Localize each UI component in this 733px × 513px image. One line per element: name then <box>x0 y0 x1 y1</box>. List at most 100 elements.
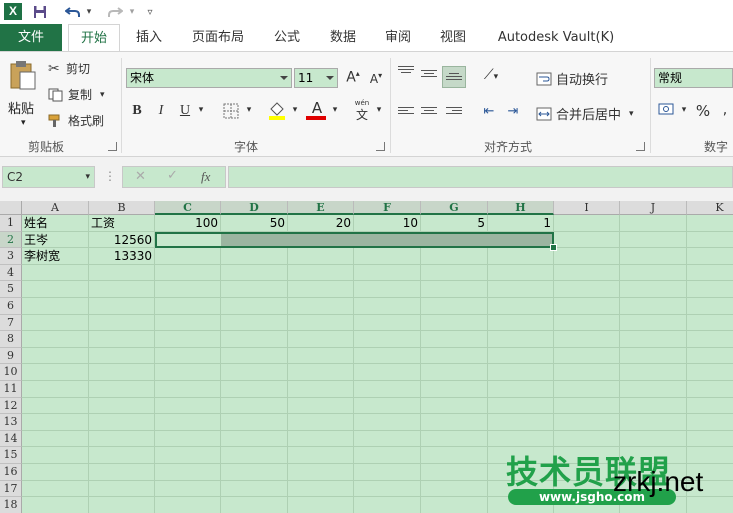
tab-review[interactable]: 审阅 <box>377 24 419 51</box>
font-color-dropdown-icon[interactable]: ▾ <box>330 105 340 115</box>
column-header[interactable]: E <box>288 201 354 215</box>
cell-d1[interactable]: 50 <box>223 215 287 231</box>
paste-button[interactable]: 粘贴 ▾ <box>6 58 42 132</box>
customize-qa-icon[interactable]: ▿ <box>143 2 157 22</box>
redo-dropdown-icon[interactable]: ▾ <box>127 2 137 22</box>
column-header[interactable]: C <box>155 201 221 215</box>
cell-e1[interactable]: 20 <box>290 215 353 231</box>
redo-icon[interactable] <box>104 2 126 22</box>
cell-c1[interactable]: 100 <box>157 215 220 231</box>
tab-view[interactable]: 视图 <box>432 24 474 51</box>
increase-indent-icon[interactable]: ⇥ <box>503 104 523 119</box>
formula-input[interactable] <box>228 166 733 188</box>
cell-f1[interactable]: 10 <box>356 215 420 231</box>
row-header[interactable]: 17 <box>0 480 22 498</box>
undo-icon[interactable] <box>62 2 84 22</box>
column-header[interactable]: H <box>488 201 554 215</box>
row-header[interactable]: 14 <box>0 430 22 448</box>
align-center-icon[interactable] <box>421 107 437 119</box>
row-header[interactable]: 5 <box>0 281 22 298</box>
row-header[interactable]: 1 <box>0 215 22 232</box>
tab-autodesk-vault[interactable]: Autodesk Vault(K) <box>490 24 622 51</box>
shrink-font-button[interactable]: A▾ <box>367 71 385 86</box>
cancel-icon[interactable]: ✕ <box>135 169 146 184</box>
font-name-combo[interactable]: 宋体 <box>126 68 292 88</box>
copy-button[interactable]: 复制 ▾ <box>48 86 105 103</box>
comma-style-button[interactable]: , <box>718 102 732 118</box>
cell-b3[interactable]: 13330 <box>91 248 154 264</box>
align-right-icon[interactable] <box>446 107 462 119</box>
italic-button[interactable]: I <box>153 103 169 119</box>
percent-button[interactable]: % <box>694 102 712 120</box>
phonetic-button[interactable]: wén 文 <box>350 99 374 122</box>
number-format-combo[interactable]: 常规 <box>654 68 733 88</box>
tab-home[interactable]: 开始 <box>68 24 120 52</box>
insert-function-icon[interactable]: fx <box>201 169 210 185</box>
row-header[interactable]: 11 <box>0 381 22 398</box>
row-header[interactable]: 8 <box>0 331 22 348</box>
cell-b1[interactable]: 工资 <box>91 215 154 231</box>
align-middle-icon[interactable] <box>421 70 437 82</box>
align-bottom-button[interactable] <box>442 66 466 88</box>
tab-file[interactable]: 文件 <box>0 24 62 51</box>
clipboard-launcher-icon[interactable] <box>108 142 117 151</box>
name-box[interactable]: C2 ▾ <box>2 166 95 188</box>
row-header[interactable]: 3 <box>0 248 22 265</box>
font-launcher-icon[interactable] <box>376 142 385 151</box>
column-header[interactable]: B <box>89 201 155 215</box>
fill-color-button[interactable] <box>266 100 288 124</box>
row-header[interactable]: 9 <box>0 347 22 365</box>
cell-a2[interactable]: 王岑 <box>24 232 88 248</box>
underline-button[interactable]: U <box>177 103 193 119</box>
font-color-button[interactable]: A <box>306 100 328 120</box>
active-cell[interactable] <box>157 233 221 247</box>
row-header[interactable]: 13 <box>0 414 22 431</box>
cell-b2[interactable]: 12560 <box>91 232 154 248</box>
tab-page-layout[interactable]: 页面布局 <box>183 24 253 51</box>
column-header[interactable]: J <box>620 201 687 215</box>
currency-button[interactable] <box>656 103 680 121</box>
alignment-launcher-icon[interactable] <box>636 142 645 151</box>
save-icon[interactable] <box>30 2 50 22</box>
select-all-corner[interactable] <box>0 201 22 215</box>
tab-formulas[interactable]: 公式 <box>266 24 308 51</box>
row-header[interactable]: 4 <box>0 264 22 282</box>
row-header[interactable]: 7 <box>0 314 22 332</box>
row-header[interactable]: 6 <box>0 298 22 315</box>
fill-handle[interactable] <box>550 244 557 252</box>
decrease-indent-icon[interactable]: ⇤ <box>479 104 499 119</box>
borders-button[interactable] <box>222 103 240 123</box>
column-header[interactable]: K <box>687 201 733 215</box>
row-header[interactable]: 15 <box>0 447 22 464</box>
borders-dropdown-icon[interactable]: ▾ <box>244 105 254 115</box>
cell-h1[interactable]: 1 <box>490 215 553 231</box>
undo-dropdown-icon[interactable]: ▾ <box>84 2 94 22</box>
currency-dropdown-icon[interactable]: ▾ <box>679 105 689 115</box>
format-painter-button[interactable]: 格式刷 <box>48 112 104 129</box>
row-header[interactable]: 12 <box>0 397 22 415</box>
column-header[interactable]: F <box>354 201 421 215</box>
grow-font-button[interactable]: A▴ <box>344 69 362 86</box>
cell-a1[interactable]: 姓名 <box>24 215 88 231</box>
align-left-icon[interactable] <box>398 107 414 119</box>
tab-data[interactable]: 数据 <box>322 24 364 51</box>
column-header[interactable]: A <box>22 201 89 215</box>
bold-button[interactable]: B <box>129 103 145 119</box>
phonetic-dropdown-icon[interactable]: ▾ <box>374 105 384 115</box>
enter-icon[interactable]: ✓ <box>167 168 178 183</box>
row-header[interactable]: 18 <box>0 497 22 513</box>
cell-g1[interactable]: 5 <box>423 215 487 231</box>
column-header[interactable]: I <box>554 201 620 215</box>
font-size-combo[interactable]: 11 <box>294 68 338 88</box>
underline-dropdown-icon[interactable]: ▾ <box>196 105 206 115</box>
column-header[interactable]: D <box>221 201 288 215</box>
row-header[interactable]: 2 <box>0 231 22 249</box>
merge-center-button[interactable]: 合并后居中 ▾ <box>536 104 634 123</box>
orientation-button[interactable]: ⟋▾ <box>478 67 504 83</box>
row-header[interactable]: 10 <box>0 364 22 381</box>
column-header[interactable]: G <box>421 201 488 215</box>
row-header[interactable]: 16 <box>0 464 22 481</box>
align-top-icon[interactable] <box>398 66 414 78</box>
cell-a3[interactable]: 李树宽 <box>24 248 88 264</box>
cut-button[interactable]: ✂ 剪切 <box>48 60 90 77</box>
